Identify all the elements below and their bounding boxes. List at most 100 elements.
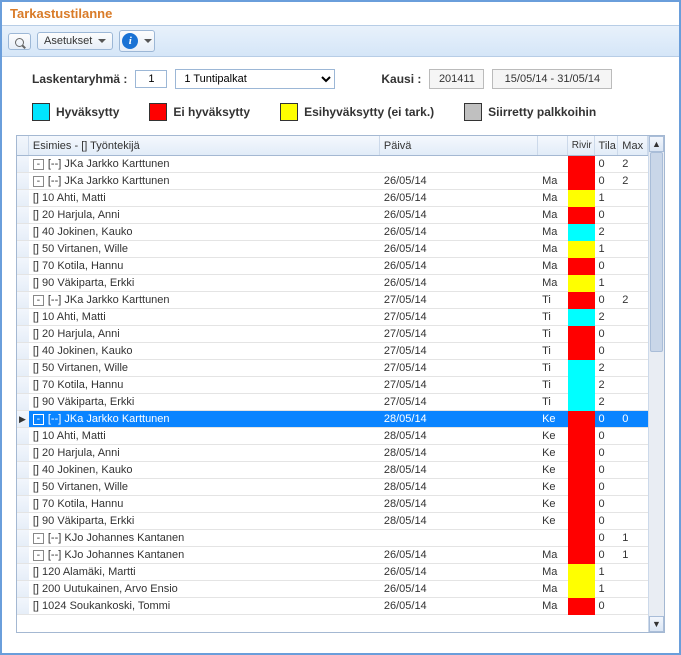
cell-name: [] 120 Alamäki, Martti xyxy=(29,564,380,580)
expander-icon[interactable]: - xyxy=(33,533,44,544)
name-text: [] 10 Ahti, Matti xyxy=(33,190,106,207)
legend-rejected: Ei hyväksytty xyxy=(173,105,250,119)
cell-status xyxy=(568,479,595,496)
expander-icon[interactable]: - xyxy=(33,176,44,187)
table-row[interactable]: [] 10 Ahti, Matti28/05/14Ke0 xyxy=(17,428,648,445)
cell-max: 1 xyxy=(618,547,648,563)
expander-icon[interactable]: - xyxy=(33,550,44,561)
cell-tila: 0 xyxy=(595,496,619,512)
cell-day: 26/05/14 xyxy=(380,275,538,291)
col-header-name[interactable]: Esimies - [] Työntekijä xyxy=(29,136,380,155)
table-row[interactable]: [] 40 Jokinen, Kauko26/05/14Ma2 xyxy=(17,224,648,241)
name-text: [] 20 Harjula, Anni xyxy=(33,445,120,462)
cell-tila: 0 xyxy=(595,173,619,189)
group-select[interactable]: 1 Tuntipalkat xyxy=(175,69,335,89)
swatch-rejected xyxy=(149,103,167,121)
table-row[interactable]: -[--] KJo Johannes Kantanen01 xyxy=(17,530,648,547)
table-row[interactable]: [] 50 Virtanen, Wille26/05/14Ma1 xyxy=(17,241,648,258)
table-row[interactable]: ▶-[--] JKa Jarkko Karttunen28/05/14Ke00 xyxy=(17,411,648,428)
table-row[interactable]: [] 70 Kotila, Hannu27/05/14Ti2 xyxy=(17,377,648,394)
info-icon: i xyxy=(122,33,138,49)
table-row[interactable]: [] 50 Virtanen, Wille28/05/14Ke0 xyxy=(17,479,648,496)
cell-day: 27/05/14 xyxy=(380,394,538,410)
table-row[interactable]: [] 40 Jokinen, Kauko27/05/14Ti0 xyxy=(17,343,648,360)
table-row[interactable]: [] 1024 Soukankoski, Tommi26/05/14Ma0 xyxy=(17,598,648,615)
cell-max: 2 xyxy=(618,173,648,189)
cell-status xyxy=(568,513,595,530)
cell-tila: 1 xyxy=(595,581,619,597)
cell-dow: Ma xyxy=(538,275,568,291)
group-number-input[interactable] xyxy=(135,70,167,88)
table-row[interactable]: [] 40 Jokinen, Kauko28/05/14Ke0 xyxy=(17,462,648,479)
name-text: [--] KJo Johannes Kantanen xyxy=(48,530,184,547)
settings-button[interactable]: Asetukset xyxy=(37,32,113,50)
row-indicator xyxy=(17,258,29,274)
cell-day: 27/05/14 xyxy=(380,292,538,308)
scrollbar-thumb[interactable] xyxy=(650,152,663,352)
col-header-max[interactable]: Max xyxy=(618,136,648,155)
col-header-day[interactable]: Päivä xyxy=(380,136,538,155)
toolbar: Asetukset i xyxy=(2,25,679,57)
row-indicator xyxy=(17,513,29,529)
table-row[interactable]: [] 90 Väkiparta, Erkki28/05/14Ke0 xyxy=(17,513,648,530)
cell-dow: Ma xyxy=(538,581,568,597)
legend-approved: Hyväksytty xyxy=(56,105,119,119)
table-row[interactable]: [] 50 Virtanen, Wille27/05/14Ti2 xyxy=(17,360,648,377)
table-row[interactable]: [] 20 Harjula, Anni26/05/14Ma0 xyxy=(17,207,648,224)
name-text: [] 70 Kotila, Hannu xyxy=(33,377,124,394)
table-row[interactable]: [] 10 Ahti, Matti27/05/14Ti2 xyxy=(17,309,648,326)
cell-name: -[--] JKa Jarkko Karttunen xyxy=(29,292,380,308)
info-button[interactable]: i xyxy=(119,30,155,52)
col-header-status[interactable]: Rivir xyxy=(568,136,595,155)
period-value: 201411 xyxy=(429,69,484,89)
cell-dow: Ti xyxy=(538,309,568,325)
col-header-dow[interactable] xyxy=(538,136,568,155)
expander-icon[interactable]: - xyxy=(33,159,44,170)
table-row[interactable]: [] 70 Kotila, Hannu28/05/14Ke0 xyxy=(17,496,648,513)
col-header-tila[interactable]: Tila xyxy=(595,136,619,155)
name-text: [] 70 Kotila, Hannu xyxy=(33,258,124,275)
table-row[interactable]: -[--] JKa Jarkko Karttunen27/05/14Ti02 xyxy=(17,292,648,309)
expander-icon[interactable]: - xyxy=(33,295,44,306)
cell-tila: 2 xyxy=(595,309,619,325)
expander-icon[interactable]: - xyxy=(33,414,44,425)
cell-max xyxy=(618,190,648,206)
scroll-down-button[interactable]: ▼ xyxy=(649,616,664,632)
cell-dow xyxy=(538,156,568,172)
name-text: [] 120 Alamäki, Martti xyxy=(33,564,136,581)
table-row[interactable]: -[--] KJo Johannes Kantanen26/05/14Ma01 xyxy=(17,547,648,564)
row-indicator xyxy=(17,190,29,206)
table-row[interactable]: [] 10 Ahti, Matti26/05/14Ma1 xyxy=(17,190,648,207)
cell-tila: 0 xyxy=(595,547,619,563)
table-row[interactable]: [] 70 Kotila, Hannu26/05/14Ma0 xyxy=(17,258,648,275)
cell-dow: Ke xyxy=(538,513,568,529)
vertical-scrollbar[interactable]: ▲ ▼ xyxy=(648,136,664,632)
cell-name: [] 20 Harjula, Anni xyxy=(29,207,380,223)
table-row[interactable]: [] 20 Harjula, Anni28/05/14Ke0 xyxy=(17,445,648,462)
table-row[interactable]: [] 20 Harjula, Anni27/05/14Ti0 xyxy=(17,326,648,343)
cell-dow xyxy=(538,530,568,546)
row-indicator xyxy=(17,207,29,223)
scroll-up-button[interactable]: ▲ xyxy=(649,136,664,152)
cell-name: [] 70 Kotila, Hannu xyxy=(29,258,380,274)
cell-tila: 0 xyxy=(595,156,619,172)
table-row[interactable]: [] 90 Väkiparta, Erkki27/05/14Ti2 xyxy=(17,394,648,411)
table-row[interactable]: -[--] JKa Jarkko Karttunen26/05/14Ma02 xyxy=(17,173,648,190)
cell-name: -[--] KJo Johannes Kantanen xyxy=(29,547,380,563)
group-label: Laskentaryhmä : xyxy=(32,72,127,86)
table-row[interactable]: -[--] JKa Jarkko Karttunen02 xyxy=(17,156,648,173)
cell-name: [] 40 Jokinen, Kauko xyxy=(29,224,380,240)
cell-tila: 0 xyxy=(595,258,619,274)
cell-status xyxy=(568,275,595,292)
table-row[interactable]: [] 120 Alamäki, Martti26/05/14Ma1 xyxy=(17,564,648,581)
table-row[interactable]: [] 90 Väkiparta, Erkki26/05/14Ma1 xyxy=(17,275,648,292)
table-row[interactable]: [] 200 Uutukainen, Arvo Ensio26/05/14Ma1 xyxy=(17,581,648,598)
cell-dow: Ma xyxy=(538,241,568,257)
cell-day: 26/05/14 xyxy=(380,190,538,206)
name-text: [] 50 Virtanen, Wille xyxy=(33,360,128,377)
name-text: [--] KJo Johannes Kantanen xyxy=(48,547,184,564)
cell-tila: 0 xyxy=(595,343,619,359)
row-indicator xyxy=(17,173,29,189)
search-button[interactable] xyxy=(8,33,31,50)
cell-max xyxy=(618,258,648,274)
